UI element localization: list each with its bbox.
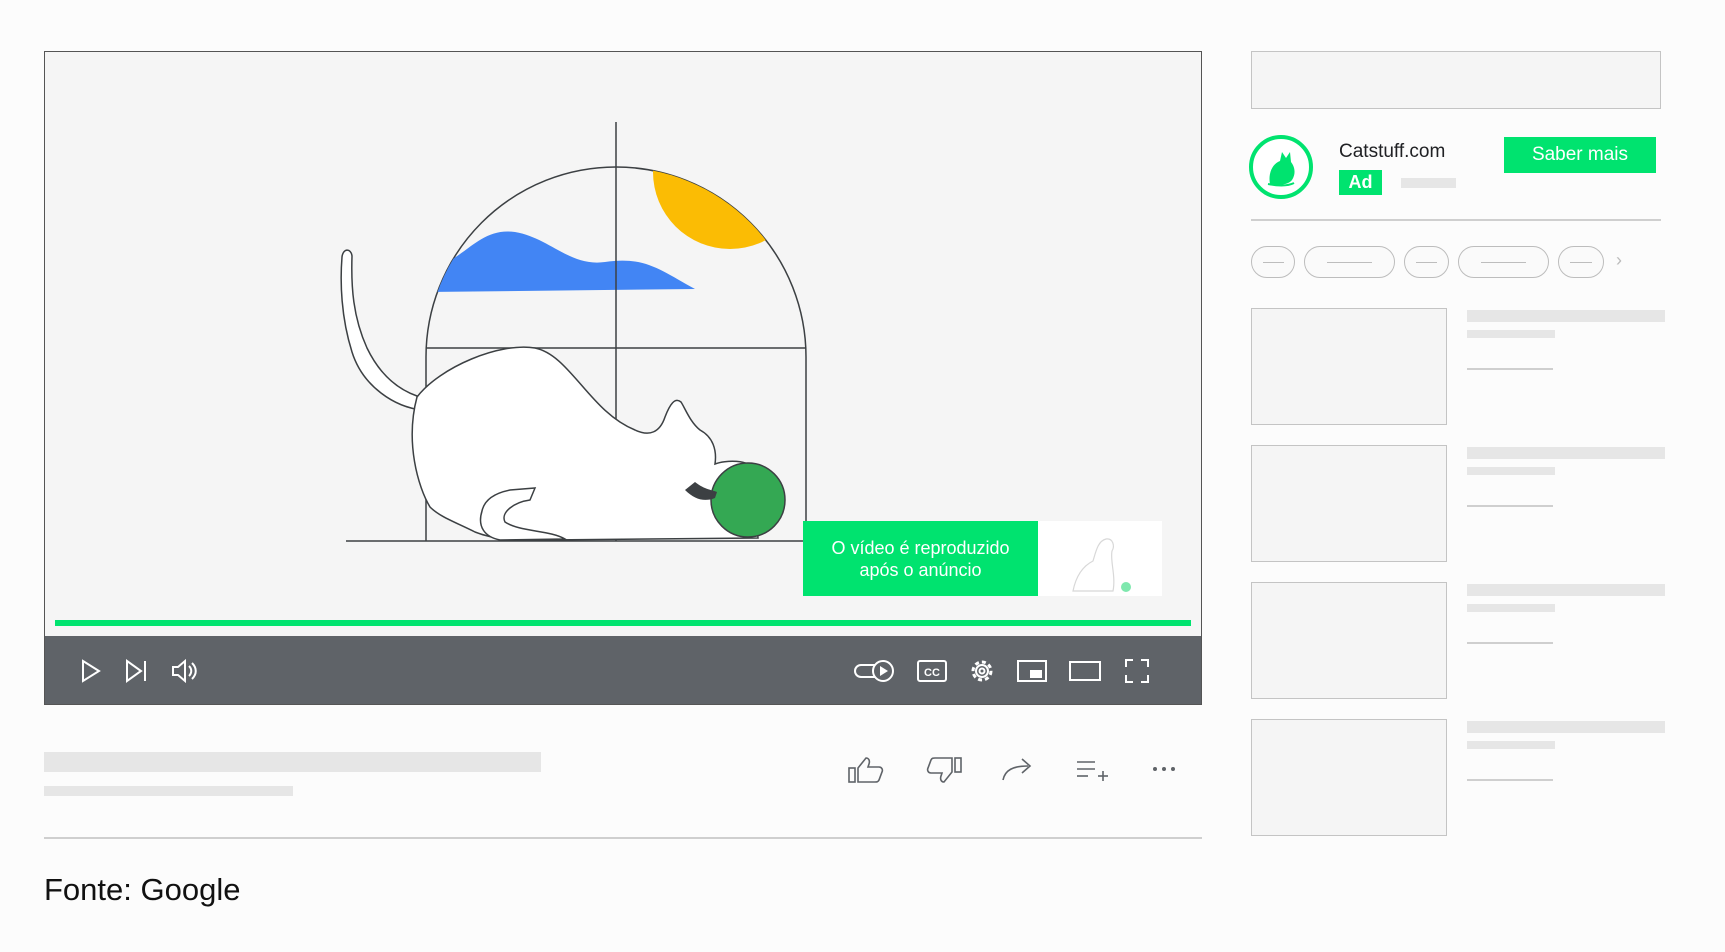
save-to-playlist-icon [1077, 761, 1108, 781]
share-button[interactable] [998, 752, 1038, 788]
ad-badge: Ad [1339, 170, 1382, 195]
svg-text:CC: CC [924, 667, 940, 679]
recommended-channel-placeholder [1467, 604, 1555, 612]
captions-icon: CC [917, 660, 947, 682]
ad-url-placeholder [1401, 178, 1456, 188]
yarn-ball [710, 462, 786, 538]
recommended-title-placeholder [1467, 721, 1665, 733]
miniplayer-button[interactable] [1015, 654, 1049, 688]
advertiser-name[interactable]: Catstuff.com [1339, 141, 1445, 163]
source-caption: Fonte: Google [44, 872, 241, 907]
video-title-placeholder [44, 752, 541, 772]
volume-icon [172, 658, 197, 684]
recommended-channel-placeholder [1467, 467, 1555, 475]
dislike-icon [926, 757, 962, 783]
next-button[interactable] [120, 654, 154, 688]
filter-chip[interactable] [1558, 246, 1604, 278]
sun [653, 167, 806, 249]
recommended-video-thumbnail[interactable] [1251, 308, 1447, 425]
recommended-channel-placeholder [1467, 741, 1555, 749]
like-icon [848, 757, 884, 783]
sidebar-search-placeholder[interactable] [1251, 51, 1661, 109]
like-button[interactable] [846, 752, 886, 788]
miniplayer-icon [1017, 660, 1047, 682]
next-video-thumbnail[interactable] [1038, 521, 1162, 596]
channel-name-placeholder [44, 786, 293, 796]
recommended-meta-placeholder [1467, 779, 1553, 781]
more-icon [1153, 767, 1175, 771]
volume-button[interactable] [167, 654, 201, 688]
recommended-title-placeholder [1467, 584, 1665, 596]
settings-gear-icon [971, 660, 993, 682]
filter-chip[interactable] [1404, 246, 1449, 278]
play-icon [82, 659, 101, 683]
recommended-meta-placeholder [1467, 368, 1553, 370]
recommended-title-placeholder [1467, 310, 1665, 322]
autoplay-toggle[interactable] [853, 654, 897, 688]
cat-logo-icon [1249, 135, 1313, 199]
more-button[interactable] [1144, 752, 1184, 788]
play-button[interactable] [73, 654, 107, 688]
theater-mode-icon [1069, 661, 1101, 681]
recommended-channel-placeholder [1467, 330, 1555, 338]
dog-icon [1072, 538, 1131, 592]
recommended-title-placeholder [1467, 447, 1665, 459]
filter-chip[interactable] [1251, 246, 1295, 278]
main-divider [44, 837, 1202, 839]
ad-skip-notice: O vídeo é reproduzido após o anúncio [803, 521, 1038, 596]
chevron-right-icon[interactable]: › [1616, 250, 1622, 271]
learn-more-button[interactable]: Saber mais [1504, 137, 1656, 173]
fullscreen-icon [1125, 659, 1149, 683]
skip-notice-line2: após o anúncio [859, 559, 982, 580]
filter-chip[interactable] [1304, 246, 1395, 278]
save-to-playlist-button[interactable] [1071, 752, 1111, 788]
player-controls: CC [45, 636, 1201, 704]
skip-notice-line1: O vídeo é reproduzido [831, 537, 1010, 558]
recommended-video-thumbnail[interactable] [1251, 719, 1447, 836]
dislike-button[interactable] [924, 752, 964, 788]
video-player[interactable]: O vídeo é reproduzido após o anúncio CC [44, 51, 1202, 705]
share-icon [1002, 758, 1032, 781]
catstuff-logo [1248, 134, 1314, 200]
recommended-meta-placeholder [1467, 642, 1553, 644]
recommended-video-thumbnail[interactable] [1251, 445, 1447, 562]
recommended-video-thumbnail[interactable] [1251, 582, 1447, 699]
fullscreen-button[interactable] [1120, 654, 1154, 688]
theater-mode-button[interactable] [1068, 654, 1102, 688]
captions-button[interactable]: CC [915, 654, 949, 688]
autoplay-toggle-icon [854, 660, 894, 682]
sidebar-divider [1251, 219, 1661, 221]
filter-chip[interactable] [1458, 246, 1549, 278]
recommended-meta-placeholder [1467, 505, 1553, 507]
settings-button[interactable] [965, 654, 999, 688]
ad-progress-bar[interactable] [55, 620, 1191, 626]
next-icon [126, 659, 146, 683]
